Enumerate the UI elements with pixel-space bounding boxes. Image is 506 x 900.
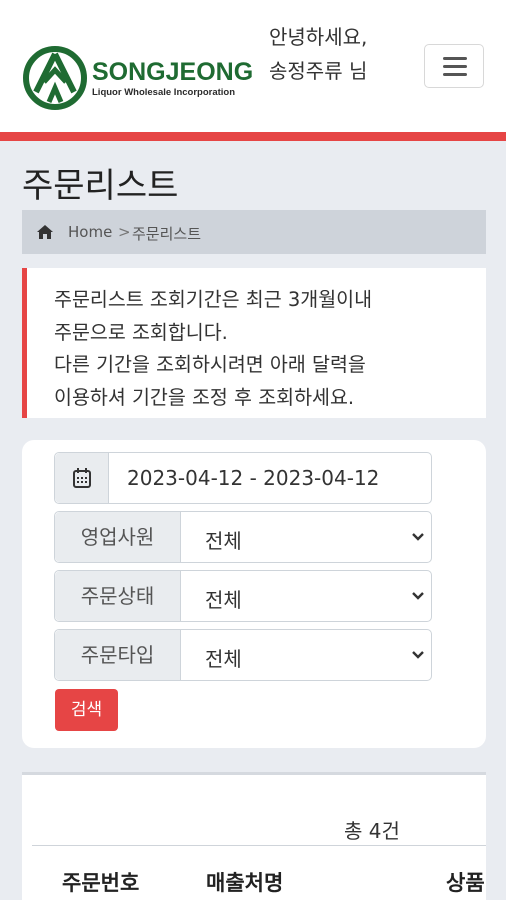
logo-subtitle: Liquor Wholesale Incorporation	[92, 87, 236, 98]
app-header: SONGJEONG Liquor Wholesale Incorporation…	[0, 0, 506, 132]
logo-emblem-icon	[23, 46, 87, 110]
page-title: 주문리스트	[22, 166, 179, 206]
search-filter-card: 2023-04-12 - 2023-04-12 영업사원 전체 주문상태 전체 …	[22, 440, 486, 748]
greeting-line-2: 송정주류 님	[269, 59, 368, 83]
sales-rep-value[interactable]: 전체	[205, 525, 242, 554]
breadcrumb: Home > 주문리스트	[22, 210, 486, 254]
notice-line-4: 이용하셔 기간을 조정 후 조회하세요.	[54, 385, 355, 409]
calendar-icon	[73, 468, 91, 488]
notice-line-3: 다른 기간을 조회하시려면 아래 달력을	[54, 353, 366, 376]
order-status-value[interactable]: 전체	[205, 584, 242, 613]
column-header-customer-name[interactable]: 매출처명	[206, 867, 283, 897]
date-range-value[interactable]: 2023-04-12 - 2023-04-12	[127, 466, 379, 490]
home-icon	[37, 225, 53, 239]
greeting-line-1: 안녕하세요,	[269, 25, 368, 49]
notice-box: 주문리스트 조회기간은 최근 3개월이내 주문으로 조회합니다. 다른 기간을 …	[22, 268, 486, 418]
order-status-label: 주문상태	[55, 571, 181, 621]
sales-rep-select[interactable]: 영업사원 전체	[54, 511, 432, 563]
order-type-label: 주문타입	[55, 630, 181, 680]
menu-toggle-button[interactable]	[424, 44, 484, 88]
company-logo[interactable]: SONGJEONG Liquor Wholesale Incorporation	[22, 46, 253, 112]
date-range-picker[interactable]: 2023-04-12 - 2023-04-12	[54, 452, 432, 504]
chevron-down-icon	[412, 592, 424, 600]
notice-line-1: 주문리스트 조회기간은 최근 3개월이내	[54, 288, 373, 311]
order-status-select[interactable]: 주문상태 전체	[54, 570, 432, 622]
notice-line-2: 주문으로 조회합니다.	[54, 320, 228, 344]
search-button[interactable]: 검색	[55, 689, 118, 731]
breadcrumb-home-link[interactable]: Home	[68, 223, 112, 241]
chevron-down-icon	[412, 651, 424, 659]
order-type-value[interactable]: 전체	[205, 643, 242, 672]
breadcrumb-current: 주문리스트	[132, 225, 202, 243]
total-count: 총 4건	[344, 819, 400, 843]
calendar-addon[interactable]	[55, 453, 109, 503]
user-greeting: 안녕하세요, 송정주류 님	[269, 20, 367, 88]
order-results-card: 총 4건 주문번호 매출처명 상품	[22, 772, 486, 900]
header-accent-bar	[0, 132, 506, 141]
sales-rep-label: 영업사원	[55, 512, 181, 562]
divider	[32, 845, 486, 846]
breadcrumb-separator: >	[118, 223, 131, 241]
order-type-select[interactable]: 주문타입 전체	[54, 629, 432, 681]
chevron-down-icon	[412, 533, 424, 541]
column-header-order-number[interactable]: 주문번호	[62, 867, 139, 897]
logo-name: SONGJEONG	[92, 58, 254, 86]
notice-text: 주문리스트 조회기간은 최근 3개월이내 주문으로 조회합니다. 다른 기간을 …	[54, 284, 474, 414]
column-header-product[interactable]: 상품	[446, 867, 485, 897]
